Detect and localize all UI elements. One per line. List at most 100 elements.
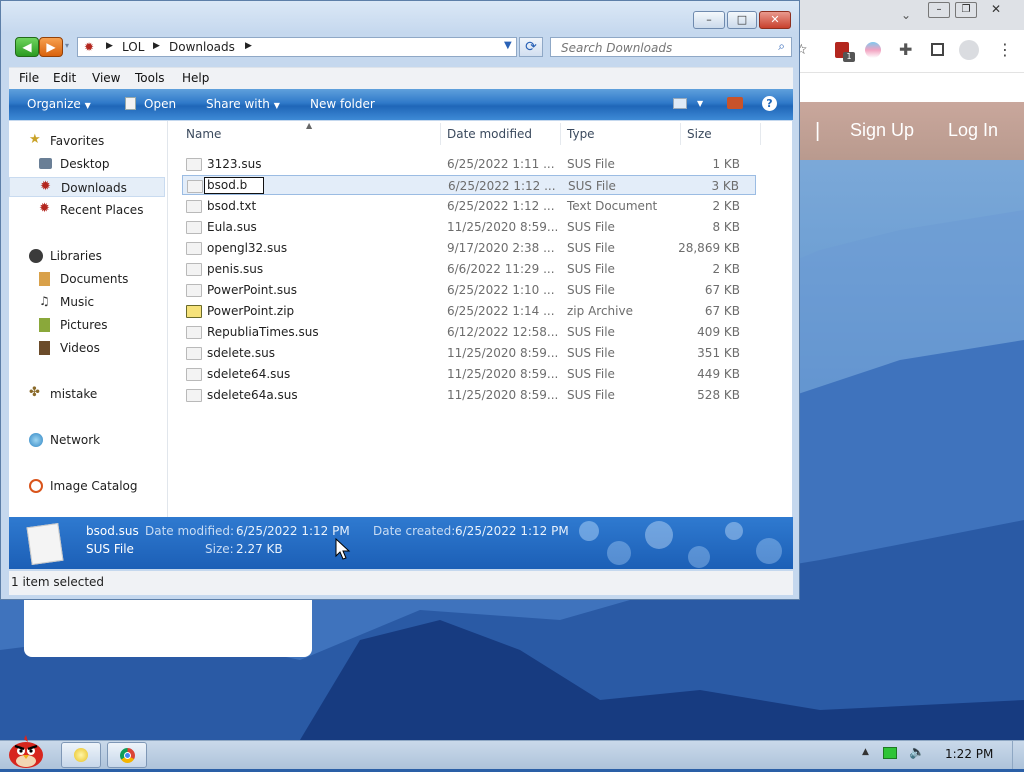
nav-mistake-label: mistake	[50, 387, 98, 401]
file-row[interactable]: Eula.sus 11/25/2020 8:59... SUS File 8 KB	[182, 217, 756, 237]
file-row[interactable]: sdelete.sus 11/25/2020 8:59... SUS File 351…	[182, 343, 756, 363]
refresh-button[interactable]: ⟳	[519, 37, 543, 57]
file-name: PowerPoint.sus	[207, 283, 297, 297]
file-name: 3123.sus	[207, 157, 262, 171]
maximize-button[interactable]: □	[727, 11, 757, 29]
menu-view[interactable]: View	[92, 71, 120, 85]
nav-libraries[interactable]: Libraries	[9, 246, 165, 266]
address-dropdown-icon[interactable]: ▼	[504, 40, 512, 51]
column-divider[interactable]	[760, 123, 761, 145]
search-box[interactable]: ⌕	[550, 37, 792, 57]
videos-icon	[39, 341, 50, 355]
extensions-puzzle-icon[interactable]: ✚	[899, 40, 912, 59]
breadcrumb-separator-icon[interactable]: ▶	[106, 41, 113, 51]
extension-flag-icon[interactable]	[865, 42, 881, 58]
file-date: 11/25/2020 8:59...	[447, 346, 559, 360]
close-button[interactable]: ✕	[759, 11, 791, 29]
nav-desktop[interactable]: Desktop	[9, 154, 165, 174]
menu-file[interactable]: File	[19, 71, 39, 85]
nav-desktop-label: Desktop	[60, 157, 110, 171]
nav-network[interactable]: Network	[9, 430, 165, 450]
file-date: 11/25/2020 8:59...	[447, 388, 559, 402]
profile-avatar-icon[interactable]	[959, 40, 979, 60]
file-icon	[186, 368, 202, 381]
column-header-date[interactable]: Date modified	[447, 127, 532, 141]
open-button[interactable]: Open	[144, 97, 176, 111]
view-options-icon[interactable]	[673, 98, 687, 109]
breadcrumb-downloads[interactable]: Downloads	[169, 40, 235, 54]
speaker-icon[interactable]: 🔈	[909, 745, 925, 760]
browser-close-button[interactable]: ✕	[985, 2, 1007, 18]
show-desktop-button[interactable]	[1012, 741, 1024, 769]
file-row[interactable]: bsod.txt 6/25/2022 1:12 ... Text Document 2…	[182, 196, 756, 216]
taskbar-chrome-button[interactable]	[107, 742, 147, 768]
chevron-down-icon[interactable]: ⌄	[901, 8, 911, 22]
tray-expand-icon[interactable]: ▲	[862, 747, 869, 757]
column-header-name[interactable]: Name	[186, 127, 221, 141]
tray-status-icon[interactable]	[883, 747, 897, 759]
nav-recent-places[interactable]: ✹ Recent Places	[9, 200, 165, 220]
file-row[interactable]: sdelete64a.sus 11/25/2020 8:59... SUS File…	[182, 385, 756, 405]
nav-mistake[interactable]: ✤ mistake	[9, 384, 165, 404]
file-row[interactable]: PowerPoint.zip 6/25/2022 1:14 ... zip Arch…	[182, 301, 756, 321]
share-with-button[interactable]: Share with ▼	[206, 97, 280, 111]
nav-downloads[interactable]: ✹ Downloads	[9, 177, 165, 197]
file-type: zip Archive	[567, 304, 633, 318]
column-divider[interactable]	[440, 123, 441, 145]
rename-input[interactable]: bsod.b	[204, 177, 264, 194]
column-header-type[interactable]: Type	[567, 127, 595, 141]
taskbar-explorer-button[interactable]	[61, 742, 101, 768]
column-divider[interactable]	[560, 123, 561, 145]
recent-pages-chevron-icon[interactable]: ▾	[65, 41, 69, 50]
start-button[interactable]	[4, 733, 48, 769]
nav-videos[interactable]: Videos	[9, 338, 165, 358]
file-row[interactable]: PowerPoint.sus 6/25/2022 1:10 ... SUS File…	[182, 280, 756, 300]
column-header-size[interactable]: Size	[687, 127, 712, 141]
nav-favorites[interactable]: ★ Favorites	[9, 131, 165, 151]
share-with-label: Share with	[206, 97, 270, 111]
browser-minimize-button[interactable]: –	[928, 2, 950, 18]
file-row[interactable]: RepubliaTimes.sus 6/12/2022 12:58... SUS F…	[182, 322, 756, 342]
homegroup-icon: ✤	[29, 385, 40, 400]
title-bar[interactable]: – □ ✕	[1, 1, 799, 33]
sign-up-link[interactable]: Sign Up	[850, 120, 914, 141]
file-row[interactable]: 3123.sus 6/25/2022 1:11 ... SUS File 1 KB	[182, 154, 756, 174]
file-row-selected[interactable]: bsod.b 6/25/2022 1:12 ... SUS File 3 KB	[182, 175, 756, 195]
search-input[interactable]	[559, 39, 773, 57]
more-menu-icon[interactable]: ⋮	[997, 40, 1013, 59]
chevron-down-icon[interactable]: ▼	[697, 99, 703, 108]
nav-image-catalog[interactable]: Image Catalog	[9, 476, 165, 496]
file-name: sdelete64.sus	[207, 367, 291, 381]
new-folder-button[interactable]: New folder	[310, 97, 375, 111]
forward-button[interactable]: ▶	[39, 37, 63, 57]
nav-pictures[interactable]: Pictures	[9, 315, 165, 335]
back-button[interactable]: ◀	[15, 37, 39, 57]
desktop-icon	[39, 158, 52, 169]
organize-button[interactable]: Organize ▼	[27, 97, 91, 111]
breadcrumb-separator-icon[interactable]: ▶	[245, 41, 252, 51]
breadcrumb-separator-icon[interactable]: ▶	[153, 41, 160, 51]
help-button[interactable]: ?	[762, 96, 777, 111]
nav-documents[interactable]: Documents	[9, 269, 165, 289]
side-panel-icon[interactable]	[931, 43, 944, 56]
file-row[interactable]: penis.sus 6/6/2022 11:29 ... SUS File 2 KB	[182, 259, 756, 279]
file-row[interactable]: sdelete64.sus 11/25/2020 8:59... SUS File 4…	[182, 364, 756, 384]
address-bar[interactable]: ✹ ▶ LOL ▶ Downloads ▶ ▼	[77, 37, 517, 57]
nav-music[interactable]: ♫ Music	[9, 292, 165, 312]
folder-bug-icon: ✹	[84, 40, 95, 54]
menu-help[interactable]: Help	[182, 71, 209, 85]
address-row: ◀ ▶ ▾ ✹ ▶ LOL ▶ Downloads ▶ ▼ ⟳ ⌕	[1, 33, 799, 63]
browser-restore-button[interactable]: ❐	[955, 2, 977, 18]
breadcrumb-lol[interactable]: LOL	[122, 40, 144, 54]
minimize-button[interactable]: –	[693, 11, 725, 29]
browser-tab-bar: ⌄ – ❐ ✕	[795, 0, 1024, 30]
search-icon[interactable]: ⌕	[778, 39, 785, 54]
preview-pane-icon[interactable]	[727, 97, 743, 109]
taskbar-clock[interactable]: 1:22 PM	[945, 747, 993, 761]
log-in-link[interactable]: Log In	[948, 120, 998, 141]
file-row[interactable]: opengl32.sus 9/17/2020 2:38 ... SUS File 28…	[182, 238, 756, 258]
column-divider[interactable]	[680, 123, 681, 145]
menu-edit[interactable]: Edit	[53, 71, 76, 85]
menu-tools[interactable]: Tools	[135, 71, 165, 85]
nav-videos-label: Videos	[60, 341, 100, 355]
